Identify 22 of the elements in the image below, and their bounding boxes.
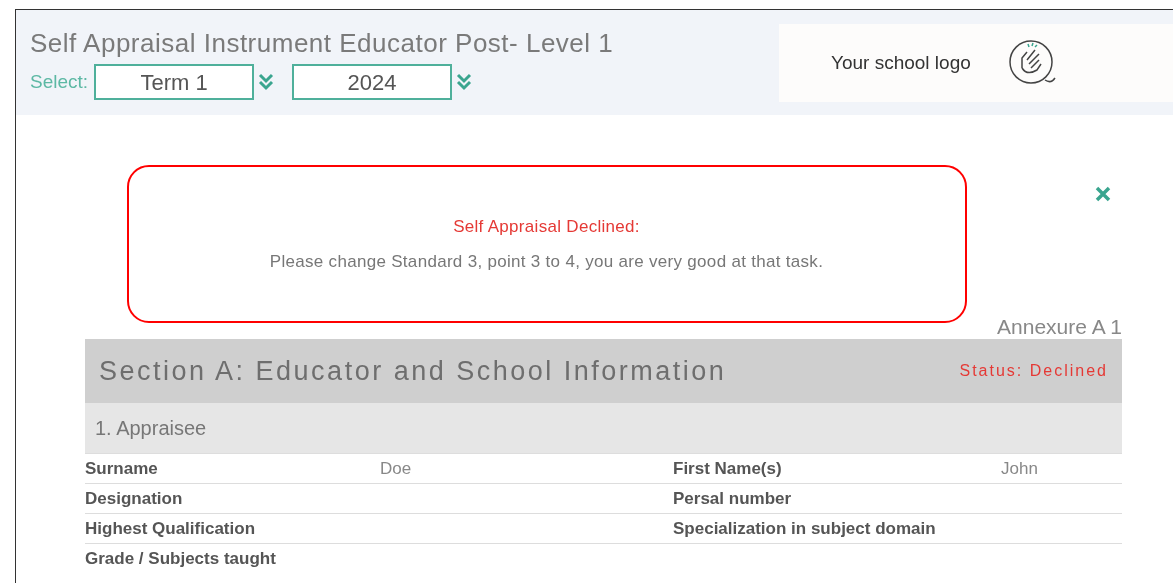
field-label: Highest Qualification — [85, 518, 256, 538]
alert-title: Self Appraisal Declined: — [453, 215, 640, 238]
field-value: Doe — [380, 458, 412, 478]
section-title: Section A: Educator and School Information — [99, 354, 727, 388]
field-label: Grade / Subjects taught — [85, 548, 276, 568]
alert-message: Please change Standard 3, point 3 to 4, you are very good at that task. — [269, 251, 824, 273]
status-label: Status: Declined — [959, 361, 1108, 381]
dropdown-field[interactable]: 2024 — [292, 64, 453, 100]
double-chevron-icon[interactable] — [258, 73, 275, 91]
subsection-title: 1. Appraisee — [95, 416, 207, 441]
field-label: Surname — [85, 458, 158, 478]
annexure-label: Annexure A 1 — [997, 315, 1122, 339]
field-label: Persal number — [673, 488, 792, 508]
dropdown-field[interactable]: Term 1 — [94, 64, 255, 100]
select-label: Select: — [30, 69, 89, 94]
double-chevron-icon[interactable] — [456, 73, 473, 91]
page-title: Self Appraisal Instrument Educator Post- Level 1 — [30, 28, 614, 58]
field-label: First Name(s) — [673, 458, 782, 478]
field-label: Specialization in subject domain — [673, 518, 936, 538]
logo-placeholder-text: Your school logo — [831, 50, 971, 75]
field-value: John — [1001, 458, 1038, 478]
field-label: Designation — [85, 488, 183, 508]
